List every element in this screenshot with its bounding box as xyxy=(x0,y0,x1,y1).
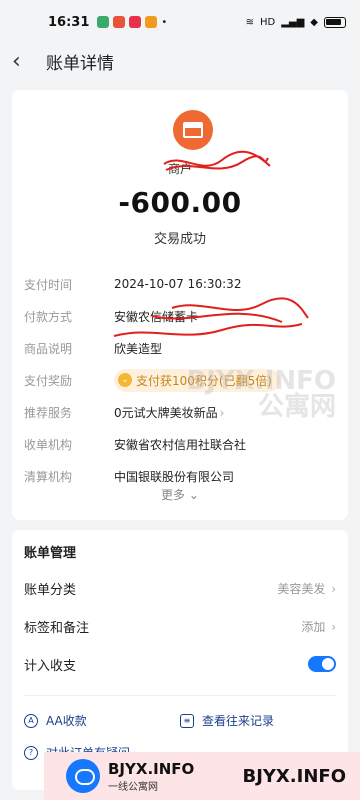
detail-label: 清算机构 xyxy=(24,469,73,484)
detail-value: 中国银联股份有限公司 xyxy=(114,469,235,484)
detail-label: 支付时间 xyxy=(24,277,73,292)
detail-value: 2024-10-07 16:30:32 xyxy=(114,277,242,291)
detail-value: 安徽农信储蓄卡 xyxy=(114,309,199,324)
detail-label: 商品说明 xyxy=(24,341,73,356)
app-notification-icon xyxy=(129,16,142,28)
signal-icon: ▂▄▆ xyxy=(281,16,305,28)
tags-notes-row[interactable]: 标签和备注 添加 › xyxy=(24,612,336,640)
row-label: 标签和备注 xyxy=(24,620,90,636)
divider xyxy=(24,695,336,696)
detail-label: 收单机构 xyxy=(24,437,73,452)
watermark-line: BJYX.INFO xyxy=(186,366,336,396)
status-dot: • xyxy=(161,16,168,28)
banner-tagline: 一线公寓网 xyxy=(108,781,158,793)
row-value: 美容美发 › xyxy=(277,581,336,596)
aa-icon: A xyxy=(24,713,38,728)
row-value: 添加 › xyxy=(301,619,336,634)
banner-site-name: BJYX.INFO xyxy=(108,759,195,778)
site-logo-icon xyxy=(66,759,100,793)
status-time: 16:31 xyxy=(48,14,90,30)
detail-label: 支付奖励 xyxy=(24,373,73,388)
status-app-icons: • xyxy=(97,16,167,28)
detail-label: 推荐服务 xyxy=(24,405,73,420)
page-header: ‹ 账单详情 xyxy=(0,44,360,78)
more-button[interactable]: 更多 ⌄ xyxy=(12,486,348,503)
app-notification-icon xyxy=(113,16,126,28)
app-notification-icon xyxy=(145,16,158,28)
banner-site: BJYX.INFO 一线公寓网 xyxy=(108,760,194,793)
action-label: 查看往来记录 xyxy=(202,714,275,728)
include-income-toggle[interactable] xyxy=(308,656,336,672)
status-indicators: ≋ HD ▂▄▆ ◆ xyxy=(245,16,346,28)
detail-value: 安徽省农村信用社联合社 xyxy=(114,437,247,452)
action-label: AA收款 xyxy=(46,714,87,728)
back-arrow-icon[interactable]: ‹ xyxy=(12,49,38,74)
detail-row-payment-time: 支付时间 2024-10-07 16:30:32 xyxy=(24,268,336,300)
view-history-button[interactable]: ≡ 查看往来记录 xyxy=(180,712,274,729)
watermark-banner: BJYX.INFO 一线公寓网 BJYX.INFO xyxy=(44,752,360,800)
page-title: 账单详情 xyxy=(46,53,114,74)
row-label: 计入收支 xyxy=(24,658,77,674)
detail-row-product-desc: 商品说明 欣美造型 xyxy=(24,332,336,364)
question-icon: ? xyxy=(24,745,38,760)
app-notification-icon xyxy=(97,16,110,28)
row-label: 账单分类 xyxy=(24,582,77,598)
hd-badge: HD xyxy=(259,16,276,28)
detail-label: 付款方式 xyxy=(24,309,73,324)
merchant-name: 商户 xyxy=(167,162,192,176)
watermark-line: 公寓网 xyxy=(257,392,336,422)
aa-collect-button[interactable]: A AA收款 xyxy=(24,712,87,729)
section-title: 账单管理 xyxy=(24,546,77,561)
chevron-right-icon: › xyxy=(331,581,336,596)
coin-icon: ⌄ xyxy=(118,373,132,387)
include-income-row: 计入收支 xyxy=(24,650,336,678)
bill-category-row[interactable]: 账单分类 美容美发 › xyxy=(24,574,336,602)
more-label: 更多 xyxy=(161,488,186,502)
chevron-down-icon: ⌄ xyxy=(188,488,199,502)
transaction-status: 交易成功 xyxy=(153,232,206,247)
transaction-amount: -600.00 xyxy=(118,186,242,219)
detail-value: 欣美造型 xyxy=(114,341,163,356)
shop-icon xyxy=(173,110,213,150)
battery-icon xyxy=(324,16,346,28)
watermark: BJYX.INFO 公寓网 xyxy=(186,368,336,420)
chevron-right-icon: › xyxy=(331,619,336,634)
status-bar: 16:31 • ≋ HD ▂▄▆ ◆ xyxy=(0,0,360,44)
wifi-icon: ≋ xyxy=(245,16,254,28)
banner-big-text: BJYX.INFO xyxy=(242,765,346,787)
shield-icon: ◆ xyxy=(310,16,318,28)
bill-management-card: 账单管理 账单分类 美容美发 › 标签和备注 添加 › 计入收支 A AA收款 … xyxy=(12,530,348,790)
detail-row-acquirer: 收单机构 安徽省农村信用社联合社 xyxy=(24,428,336,460)
detail-row-payment-method: 付款方式 安徽农信储蓄卡 xyxy=(24,300,336,332)
record-icon: ≡ xyxy=(180,713,194,728)
bill-detail-card: 商户 -600.00 交易成功 支付时间 2024-10-07 16:30:32… xyxy=(12,90,348,520)
